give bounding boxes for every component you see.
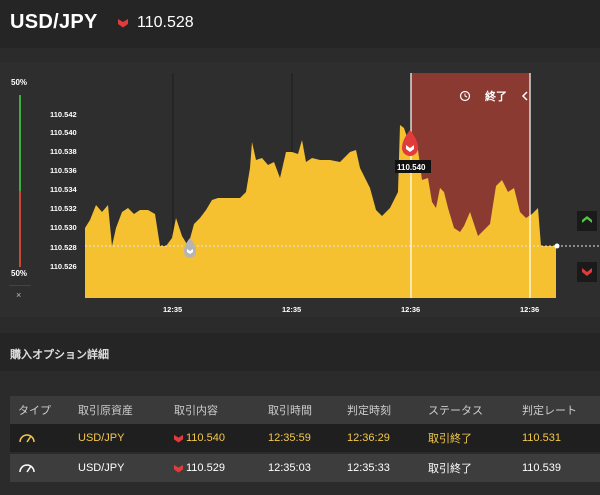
- row-asset: USD/JPY: [78, 432, 125, 444]
- entry-rate-label: 110.540: [397, 163, 426, 172]
- y-tick: 110.528: [50, 243, 77, 252]
- table-row[interactable]: USD/JPY 110.529 12:35:03 12:35:33 取引終了 1…: [10, 454, 600, 482]
- down-arrow-icon: [174, 434, 183, 443]
- y-axis: 110.542 110.540 110.538 110.536 110.534 …: [50, 110, 78, 271]
- row-status: 取引終了: [428, 433, 472, 445]
- y-tick: 110.536: [50, 166, 77, 175]
- gauge-icon: [19, 434, 35, 443]
- purchased-options-table: タイプ 取引原資産 取引内容 取引時間 判定時刻 ステータス 判定レート USD…: [10, 396, 600, 482]
- row-trade-time: 12:35:03: [268, 462, 311, 474]
- y-tick: 110.542: [50, 110, 77, 119]
- y-tick: 110.540: [50, 128, 77, 137]
- y-tick: 110.534: [50, 185, 78, 194]
- x-tick: 12:36: [520, 305, 539, 314]
- col-header-judge-rate: 判定レート: [522, 405, 577, 417]
- row-status: 取引終了: [428, 463, 472, 475]
- col-header-trade-time: 取引時間: [268, 405, 312, 417]
- gauge-icon: [19, 464, 35, 473]
- row-content-value: 110.540: [186, 432, 225, 444]
- col-header-type: タイプ: [18, 405, 51, 417]
- y-tick: 110.530: [50, 223, 77, 232]
- current-rate-dot: [554, 243, 560, 249]
- row-content-value: 110.529: [186, 462, 225, 474]
- expiry-label: 終了: [485, 89, 507, 103]
- x-axis: 12:35 12:35 12:36 12:36: [163, 305, 539, 314]
- table-row[interactable]: USD/JPY 110.540 12:35:59 12:36:29 取引終了 1…: [10, 424, 600, 452]
- y-tick: 110.532: [50, 204, 77, 213]
- row-judge-time: 12:36:29: [347, 432, 390, 444]
- col-header-asset: 取引原資産: [78, 405, 133, 417]
- x-tick: 12:35: [163, 305, 182, 314]
- row-judge-rate: 110.539: [522, 462, 561, 474]
- row-asset: USD/JPY: [78, 462, 125, 474]
- y-tick: 110.526: [50, 262, 77, 271]
- high-button[interactable]: [577, 211, 597, 231]
- low-button[interactable]: [577, 262, 597, 282]
- x-tick: 12:35: [282, 305, 301, 314]
- x-tick: 12:36: [401, 305, 420, 314]
- down-arrow-icon: [174, 464, 183, 473]
- col-header-judge-time: 判定時刻: [347, 405, 391, 417]
- row-content: 110.529: [174, 462, 225, 474]
- table-header: タイプ 取引原資産 取引内容 取引時間 判定時刻 ステータス 判定レート: [10, 396, 600, 424]
- col-header-status: ステータス: [428, 405, 483, 417]
- row-content: 110.540: [174, 432, 225, 444]
- chart-svg: 終了 110.542 110.540 110.538 110.536 110.5…: [50, 73, 599, 314]
- row-judge-time: 12:35:33: [347, 462, 390, 474]
- section-title: 購入オプション詳細: [10, 349, 109, 361]
- y-tick: 110.538: [50, 147, 77, 156]
- row-judge-rate: 110.531: [522, 432, 561, 444]
- row-trade-time: 12:35:59: [268, 432, 311, 444]
- col-header-content: 取引内容: [174, 405, 218, 417]
